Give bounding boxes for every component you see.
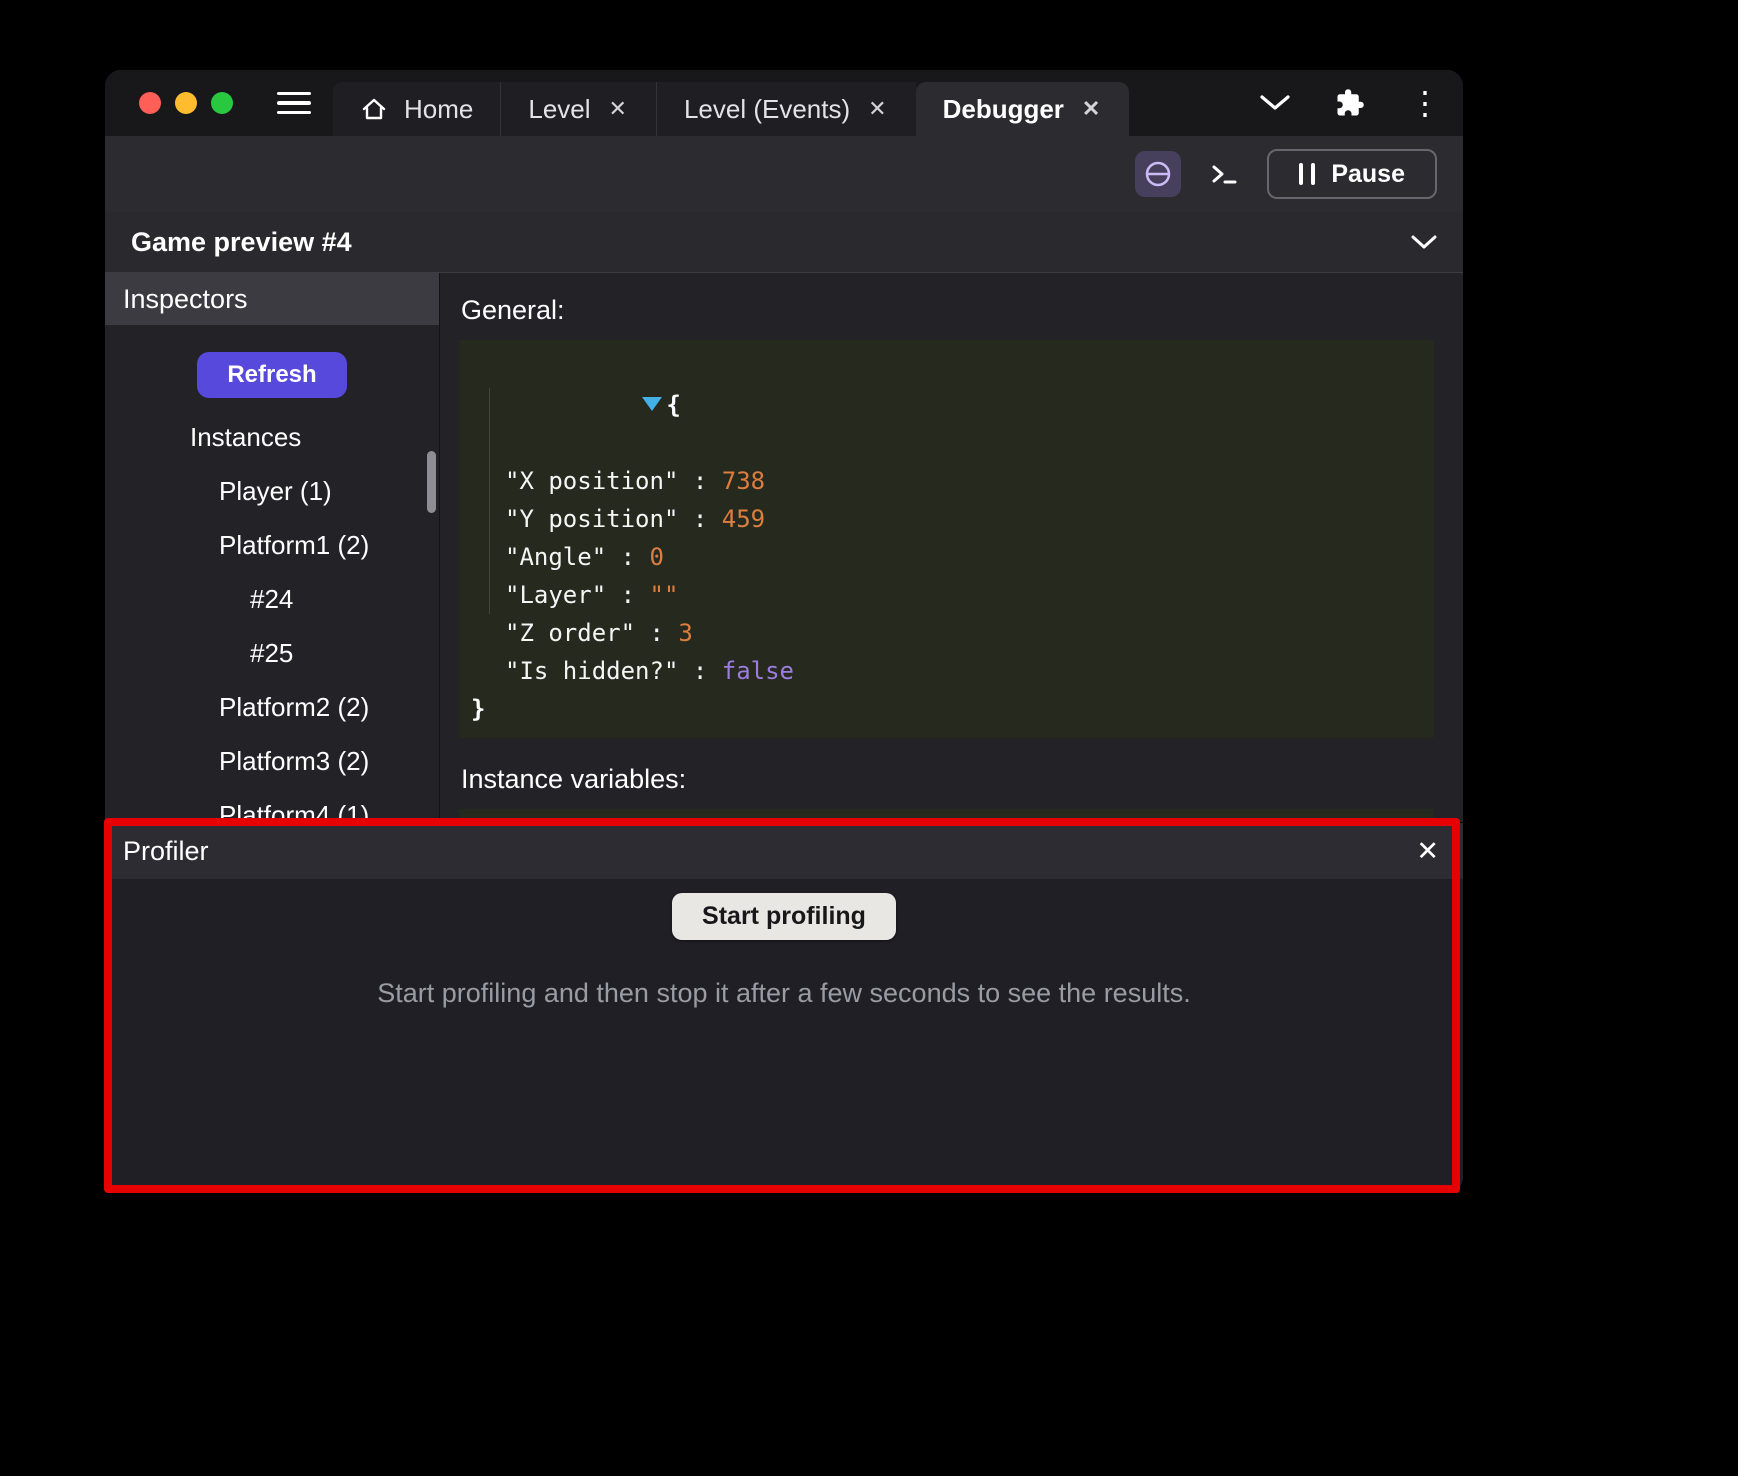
zoom-window-button[interactable] [211, 92, 233, 114]
pause-circle-button[interactable] [1135, 151, 1181, 197]
extensions-puzzle-icon[interactable] [1335, 88, 1365, 118]
profiler-header: Profiler ✕ [105, 823, 1463, 879]
tab-level[interactable]: Level ✕ [500, 82, 656, 136]
hamburger-menu-icon[interactable] [277, 92, 311, 115]
tree-item-24[interactable]: #24 [105, 572, 439, 626]
tab-debugger[interactable]: Debugger ✕ [916, 82, 1130, 136]
inspector-panel: General: { "X position" : 738 "Y positio… [440, 273, 1463, 822]
json-line-z-order: "Z order" : 3 [469, 614, 1422, 652]
tab-level-events[interactable]: Level (Events) ✕ [656, 82, 916, 136]
debugger-toolbar: Pause [105, 136, 1463, 212]
close-icon[interactable]: ✕ [1080, 96, 1102, 122]
debugger-content: Inspectors Refresh Instances Player (1) … [105, 273, 1463, 822]
pause-icon [1299, 163, 1315, 185]
json-line-is-hidden: "Is hidden?" : false [469, 652, 1422, 690]
general-json-view: { "X position" : 738 "Y position" : 459 … [459, 340, 1434, 738]
screen: Home Level ✕ Level (Events) ✕ Debugger ✕ [0, 0, 1738, 1476]
pause-circle-icon [1143, 159, 1173, 189]
tab-home[interactable]: Home [333, 82, 500, 136]
game-preview-header[interactable]: Game preview #4 [105, 212, 1463, 273]
json-line-y-position: "Y position" : 459 [469, 500, 1422, 538]
close-icon[interactable]: ✕ [607, 96, 629, 122]
sidebar-scrollbar[interactable] [427, 451, 436, 513]
instance-variables-label: Instance variables: [461, 764, 1434, 795]
tab-label: Level (Events) [684, 94, 850, 125]
game-preview-title: Game preview #4 [131, 227, 352, 258]
tab-label: Level [528, 94, 590, 125]
traffic-lights [139, 92, 233, 114]
start-profiling-button[interactable]: Start profiling [672, 893, 896, 940]
inspector-tree: Instances Player (1) Platform1 (2) #24 #… [105, 410, 439, 822]
tab-bar: Home Level ✕ Level (Events) ✕ Debugger ✕ [333, 70, 1129, 136]
profiler-panel: Profiler ✕ Start profiling Start profili… [105, 822, 1463, 1193]
close-brace: } [471, 695, 485, 723]
console-icon [1207, 159, 1241, 189]
app-window: Home Level ✕ Level (Events) ✕ Debugger ✕ [105, 70, 1463, 1193]
inspectors-header-label: Inspectors [123, 284, 248, 315]
profiler-description: Start profiling and then stop it after a… [377, 978, 1190, 1009]
titlebar: Home Level ✕ Level (Events) ✕ Debugger ✕ [105, 70, 1463, 136]
chevron-down-icon[interactable] [1259, 94, 1291, 112]
home-icon [360, 96, 388, 122]
tree-item-platform3[interactable]: Platform3 (2) [105, 734, 439, 788]
close-icon[interactable]: ✕ [1416, 838, 1439, 865]
profiler-title: Profiler [123, 836, 209, 867]
tree-item-player[interactable]: Player (1) [105, 464, 439, 518]
tree-item-25[interactable]: #25 [105, 626, 439, 680]
tree-item-instances[interactable]: Instances [105, 410, 439, 464]
indent-guide [489, 388, 490, 614]
tab-label: Home [404, 94, 473, 125]
close-window-button[interactable] [139, 92, 161, 114]
collapse-arrow-icon[interactable] [642, 397, 662, 411]
inspectors-header: Inspectors [105, 273, 439, 325]
refresh-button[interactable]: Refresh [197, 352, 346, 398]
tree-item-platform1[interactable]: Platform1 (2) [105, 518, 439, 572]
pause-button[interactable]: Pause [1267, 149, 1437, 199]
open-brace: { [666, 391, 680, 419]
tree-item-platform2[interactable]: Platform2 (2) [105, 680, 439, 734]
json-line-x-position: "X position" : 738 [469, 462, 1422, 500]
minimize-window-button[interactable] [175, 92, 197, 114]
console-button[interactable] [1207, 159, 1241, 189]
inspectors-sidebar: Inspectors Refresh Instances Player (1) … [105, 273, 440, 822]
general-label: General: [461, 295, 1434, 326]
titlebar-right-actions: ⋮ [1259, 70, 1441, 136]
json-line-angle: "Angle" : 0 [469, 538, 1422, 576]
instance-variables-view: {} [459, 809, 1434, 822]
json-line-layer: "Layer" : "" [469, 576, 1422, 614]
tab-label: Debugger [943, 94, 1064, 125]
pause-button-label: Pause [1331, 160, 1405, 189]
more-options-icon[interactable]: ⋮ [1409, 87, 1441, 119]
profiler-body: Start profiling Start profiling and then… [105, 879, 1463, 1193]
tree-item-platform4[interactable]: Platform4 (1) [105, 788, 439, 822]
close-icon[interactable]: ✕ [866, 96, 888, 122]
chevron-down-icon[interactable] [1411, 235, 1437, 250]
